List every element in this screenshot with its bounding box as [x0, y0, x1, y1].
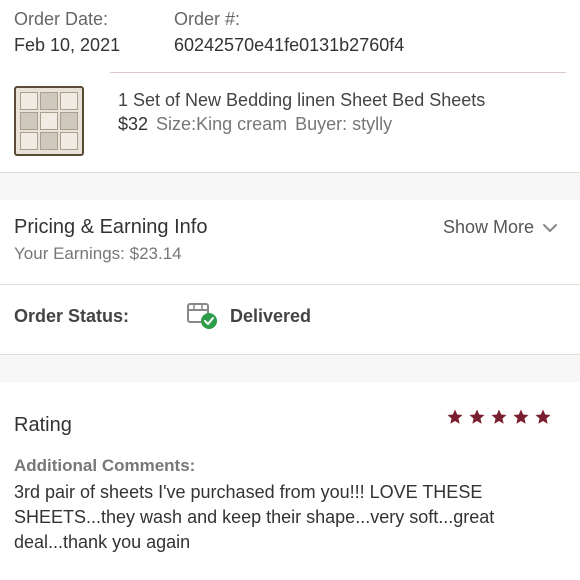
delivered-box-icon [187, 303, 217, 329]
divider [0, 284, 580, 285]
order-date-block: Order Date: Feb 10, 2021 [14, 8, 120, 56]
show-more-label: Show More [442, 217, 534, 237]
pricing-section: Pricing & Earning Info Your Earnings: $2… [0, 200, 580, 284]
item-meta-line: $32 Size:King cream Buyer: stylly [118, 112, 566, 136]
rating-title: Rating [14, 414, 72, 436]
order-status-row: Order Status: Delivered [0, 296, 580, 342]
chevron-down-icon [543, 223, 557, 232]
section-spacer [0, 172, 580, 200]
earnings-text: Your Earnings: $23.14 [14, 244, 182, 263]
order-date-value: Feb 10, 2021 [14, 35, 121, 55]
order-item[interactable]: 1 Set of New Bedding linen Sheet Bed She… [14, 86, 566, 158]
order-number-block: Order #: 60242570e41fe0131b2760f4 [174, 8, 404, 56]
item-size: Size:King cream [156, 114, 288, 134]
star-icon [469, 409, 485, 424]
item-buyer[interactable]: Buyer: stylly [295, 114, 392, 134]
comments-label: Additional Comments: [14, 456, 196, 475]
order-status-value: Delivered [230, 306, 312, 326]
star-icon [535, 409, 551, 424]
star-icon [513, 409, 529, 424]
order-number-value: 60242570e41fe0131b2760f4 [174, 35, 405, 55]
star-icon [447, 409, 463, 424]
star-rating [446, 408, 552, 426]
order-date-label: Order Date: [14, 9, 109, 29]
item-price: $32 [118, 114, 149, 134]
item-thumbnail[interactable] [14, 86, 84, 156]
divider [110, 72, 566, 73]
section-spacer [0, 354, 580, 382]
pricing-title: Pricing & Earning Info [14, 216, 208, 238]
order-status-label: Order Status: [14, 306, 130, 326]
rating-section: Rating Additional Comments: 3rd pair of … [0, 382, 580, 580]
comments-text: 3rd pair of sheets I've purchased from y… [14, 482, 495, 552]
item-details: 1 Set of New Bedding linen Sheet Bed She… [118, 88, 566, 136]
show-more-button[interactable]: Show More [443, 217, 558, 238]
star-icon [491, 409, 507, 424]
order-meta: Order Date: Feb 10, 2021 Order #: 602425… [0, 0, 580, 72]
item-title[interactable]: 1 Set of New Bedding linen Sheet Bed She… [118, 88, 566, 112]
order-number-label: Order #: [174, 9, 241, 29]
